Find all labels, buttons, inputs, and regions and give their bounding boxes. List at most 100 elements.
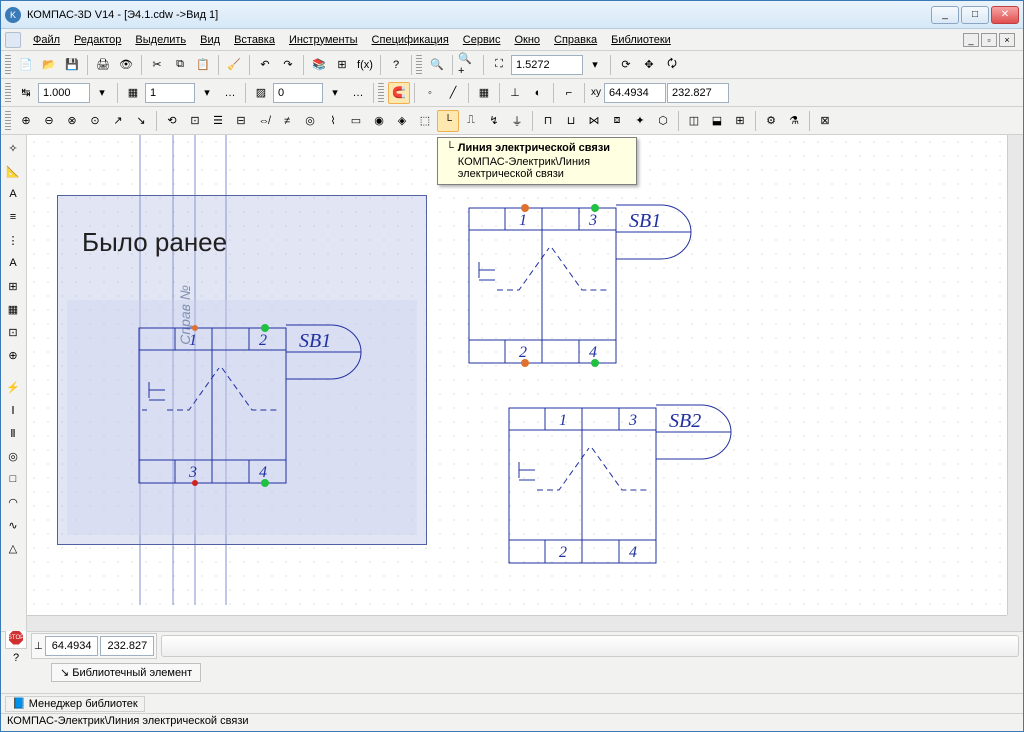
e-icon-5[interactable]: ↗ bbox=[107, 110, 129, 132]
redo-icon[interactable]: ↷ bbox=[277, 54, 299, 76]
vt-text-icon[interactable]: А bbox=[2, 183, 24, 205]
vt-select-icon[interactable]: ⊞ bbox=[2, 275, 24, 297]
vt-circle-icon[interactable]: ◎ bbox=[2, 445, 24, 467]
vt-bolt-icon[interactable]: ⚡ bbox=[2, 376, 24, 398]
grid-icon[interactable]: ▦ bbox=[473, 82, 495, 104]
layers-icon[interactable]: ▦ bbox=[122, 82, 144, 104]
vt-param-icon[interactable]: ⋮ bbox=[2, 229, 24, 251]
zoom-input[interactable] bbox=[511, 55, 583, 75]
menu-spec[interactable]: Спецификация bbox=[366, 32, 455, 48]
e-icon-14[interactable]: ⌇ bbox=[322, 110, 344, 132]
hatch-icon[interactable]: ▨ bbox=[250, 82, 272, 104]
coord-y-input[interactable] bbox=[667, 83, 729, 103]
e-icon-18[interactable]: ⬚ bbox=[414, 110, 436, 132]
e-icon-33[interactable]: ⚗ bbox=[783, 110, 805, 132]
e-icon-26[interactable]: ⧈ bbox=[606, 110, 628, 132]
scrollbar-horizontal[interactable] bbox=[27, 615, 1007, 631]
electric-line-icon[interactable]: └ bbox=[437, 110, 459, 132]
vt-tri-icon[interactable]: △ bbox=[2, 537, 24, 559]
e-icon-17[interactable]: ◈ bbox=[391, 110, 413, 132]
menu-select[interactable]: Выделить bbox=[129, 32, 192, 48]
e-icon-8[interactable]: ⊡ bbox=[184, 110, 206, 132]
e-icon-10[interactable]: ⊟ bbox=[230, 110, 252, 132]
e-icon-28[interactable]: ⬡ bbox=[652, 110, 674, 132]
vt-dim-icon[interactable]: 📐 bbox=[2, 160, 24, 182]
style-ext-icon[interactable]: … bbox=[347, 82, 369, 104]
print-icon[interactable]: 🖨 bbox=[92, 54, 114, 76]
vt-edit-icon[interactable]: ≡ bbox=[2, 206, 24, 228]
e-icon-24[interactable]: ⊔ bbox=[560, 110, 582, 132]
e-icon-4[interactable]: ⊙ bbox=[84, 110, 106, 132]
e-icon-31[interactable]: ⊞ bbox=[729, 110, 751, 132]
vt-report-icon[interactable]: ⊡ bbox=[2, 321, 24, 343]
mdi-restore[interactable]: ▫ bbox=[981, 33, 997, 47]
e-icon-22[interactable]: ⏚ bbox=[506, 110, 528, 132]
e-icon-2[interactable]: ⊖ bbox=[38, 110, 60, 132]
coord-x-input[interactable] bbox=[604, 83, 666, 103]
e-icon-6[interactable]: ↘ bbox=[130, 110, 152, 132]
e-icon-32[interactable]: ⚙ bbox=[760, 110, 782, 132]
maximize-button[interactable]: □ bbox=[961, 6, 989, 24]
e-icon-12[interactable]: ≠ bbox=[276, 110, 298, 132]
menu-service[interactable]: Сервис bbox=[457, 32, 507, 48]
mdi-minimize[interactable]: _ bbox=[963, 33, 979, 47]
menu-insert[interactable]: Вставка bbox=[228, 32, 281, 48]
menu-tools[interactable]: Инструменты bbox=[283, 32, 364, 48]
menu-libraries[interactable]: Библиотеки bbox=[605, 32, 677, 48]
copy-icon[interactable]: ⧉ bbox=[169, 54, 191, 76]
dropdown-icon[interactable]: ▾ bbox=[91, 82, 113, 104]
grip-icon[interactable] bbox=[378, 83, 384, 103]
vt-pt2-icon[interactable]: Ⅱ bbox=[2, 422, 24, 444]
style-input[interactable] bbox=[273, 83, 323, 103]
e-icon-34[interactable]: ⊠ bbox=[814, 110, 836, 132]
grip-icon[interactable] bbox=[5, 55, 11, 75]
grip-icon[interactable] bbox=[5, 83, 11, 103]
e-icon-20[interactable]: ⎍ bbox=[460, 110, 482, 132]
fx-icon[interactable]: f(x) bbox=[354, 54, 376, 76]
scale-input[interactable] bbox=[38, 83, 90, 103]
vt-pt1-icon[interactable]: Ⅰ bbox=[2, 399, 24, 421]
e-icon-9[interactable]: ☰ bbox=[207, 110, 229, 132]
coord-x-display[interactable]: 64.4934 bbox=[45, 636, 99, 656]
e-icon-16[interactable]: ◉ bbox=[368, 110, 390, 132]
vars-icon[interactable]: ⊞ bbox=[331, 54, 353, 76]
e-icon-11[interactable]: ⇎ bbox=[253, 110, 275, 132]
props-icon[interactable]: 🧹 bbox=[223, 54, 245, 76]
pan-icon[interactable]: ✥ bbox=[638, 54, 660, 76]
menu-window[interactable]: Окно bbox=[508, 32, 546, 48]
open-icon[interactable]: 📂 bbox=[38, 54, 60, 76]
vt-geometry-icon[interactable]: ✧ bbox=[2, 137, 24, 159]
zoom-window-icon[interactable]: 🔍 bbox=[426, 54, 448, 76]
e-icon-13[interactable]: ◎ bbox=[299, 110, 321, 132]
vt-measure-icon[interactable]: Α bbox=[2, 252, 24, 274]
library-manager-button[interactable]: 📘 Менеджер библиотек bbox=[5, 696, 145, 712]
scrollbar-vertical[interactable] bbox=[1007, 135, 1023, 615]
menu-view[interactable]: Вид bbox=[194, 32, 226, 48]
e-icon-30[interactable]: ⬓ bbox=[706, 110, 728, 132]
e-icon-15[interactable]: ▭ bbox=[345, 110, 367, 132]
layer-ext-icon[interactable]: … bbox=[219, 82, 241, 104]
coord-y-display[interactable]: 232.827 bbox=[100, 636, 154, 656]
e-icon-25[interactable]: ⋈ bbox=[583, 110, 605, 132]
menu-help[interactable]: Справка bbox=[548, 32, 603, 48]
dropdown-icon[interactable]: ▾ bbox=[196, 82, 218, 104]
orbit-icon[interactable]: 🗘 bbox=[661, 54, 683, 76]
help-icon[interactable]: ? bbox=[385, 54, 407, 76]
menu-file[interactable]: Файл bbox=[27, 32, 66, 48]
menu-editor[interactable]: Редактор bbox=[68, 32, 127, 48]
ortho-icon[interactable]: ⊥ bbox=[504, 82, 526, 104]
library-icon[interactable]: 📚 bbox=[308, 54, 330, 76]
step-icon[interactable]: ↹ bbox=[15, 82, 37, 104]
minimize-button[interactable]: _ bbox=[931, 6, 959, 24]
snap-line-icon[interactable]: ╱ bbox=[442, 82, 464, 104]
vt-spec-icon[interactable]: ▦ bbox=[2, 298, 24, 320]
cut-icon[interactable]: ✂ bbox=[146, 54, 168, 76]
zoom-in-icon[interactable]: 🔍+ bbox=[457, 54, 479, 76]
e-icon-3[interactable]: ⊗ bbox=[61, 110, 83, 132]
vt-spl-icon[interactable]: ∿ bbox=[2, 514, 24, 536]
dropdown-icon[interactable]: ▾ bbox=[584, 54, 606, 76]
refresh-icon[interactable]: ⟳ bbox=[615, 54, 637, 76]
e-icon-21[interactable]: ↯ bbox=[483, 110, 505, 132]
zoom-fit-icon[interactable]: ⛶ bbox=[488, 54, 510, 76]
paste-icon[interactable]: 📋 bbox=[192, 54, 214, 76]
